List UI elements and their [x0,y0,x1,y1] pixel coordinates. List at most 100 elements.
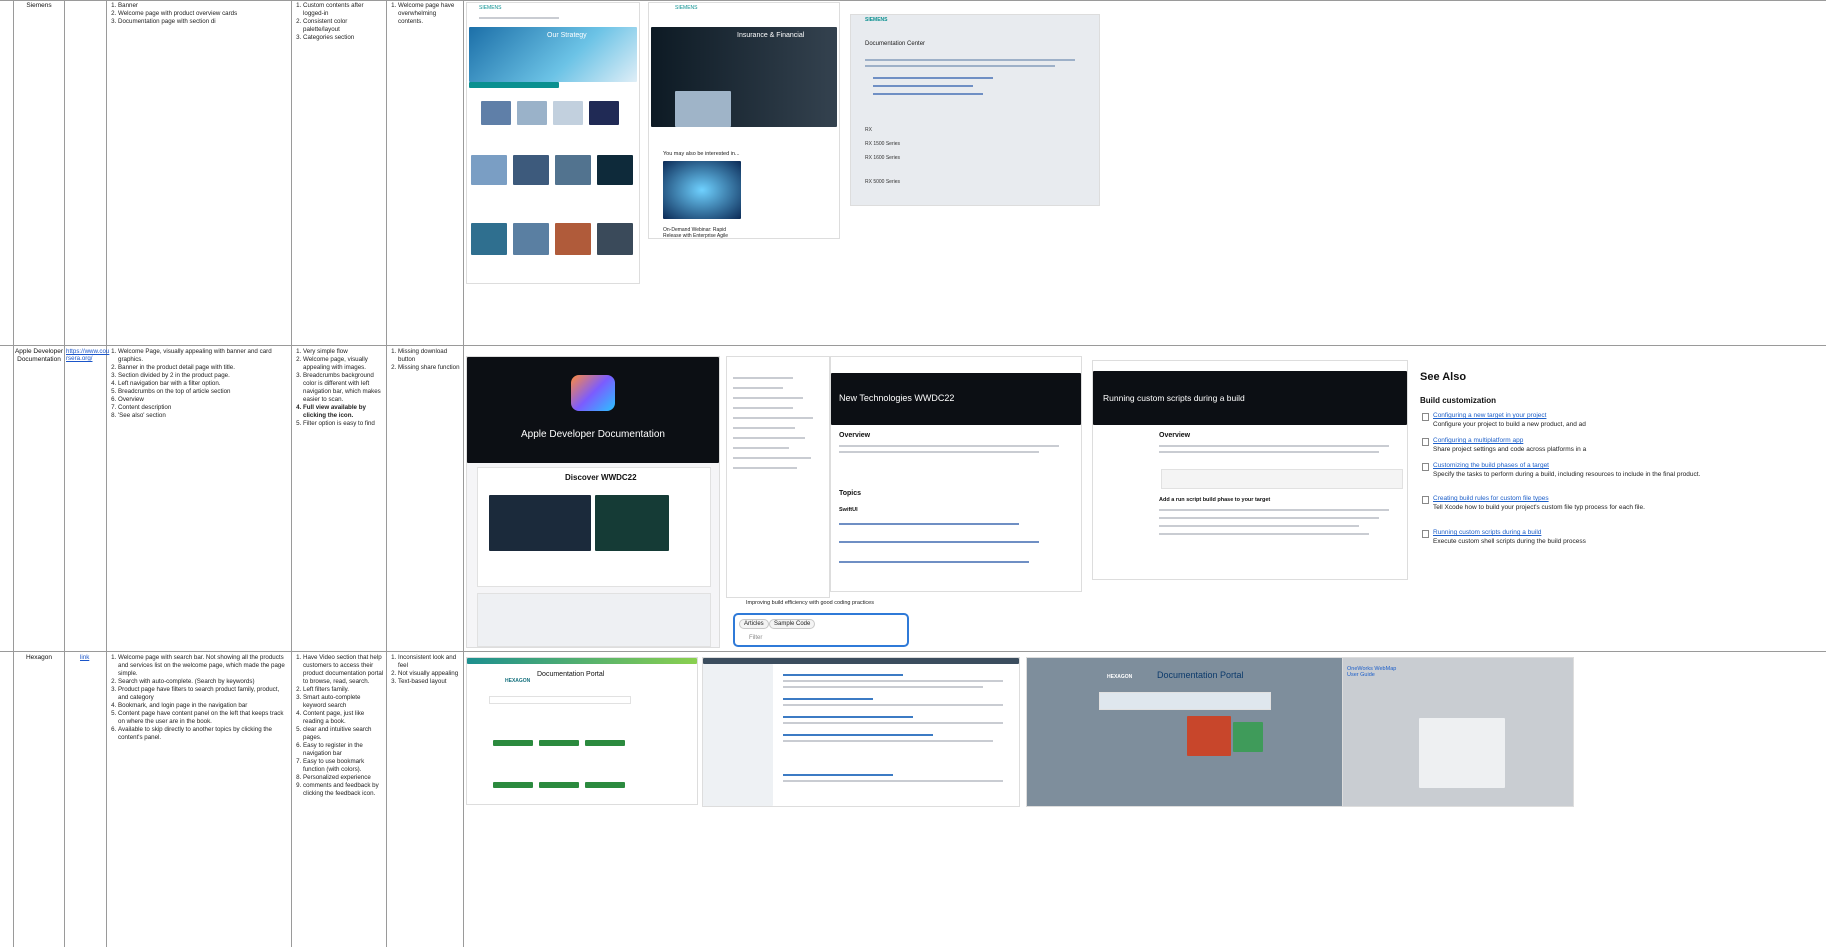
card-image [553,101,583,125]
col-divider [106,0,107,947]
siemens-docs-screenshot: SIEMENS Documentation Center RX RX 1500 … [850,14,1100,206]
text-line [783,774,893,776]
nav-line [733,417,813,419]
rx-series: RX 1600 Series [865,155,901,161]
text-line [839,541,1039,543]
feature-item: Left navigation bar with a filter option… [118,380,288,388]
green-button[interactable] [493,782,533,788]
text-line [783,722,1003,724]
pro-item: Custom contents after logged-in [303,2,385,18]
nav-line [733,377,793,379]
text-line [783,704,1003,706]
green-button[interactable] [539,740,579,746]
build-customization-heading: Build customization [1420,396,1496,405]
sidebar-item[interactable]: Improving build efficiency with good cod… [746,600,874,606]
card-image [513,155,549,185]
banner-title: Insurance & Financial [737,32,805,39]
hero-title: Apple Developer Documentation [521,429,665,440]
see-also-title: See Also [1420,371,1467,383]
green-button[interactable] [539,782,579,788]
topics-heading: Topics [839,490,862,497]
hexagon-link[interactable]: link [80,654,89,661]
feature-item: Documentation page with section di [118,18,288,26]
apple-scripts-screenshot: Running custom scripts during a build Ov… [1092,360,1408,580]
document-icon [1422,413,1429,421]
text-line [783,698,873,700]
col-divider [386,0,387,947]
banner-strip [469,82,559,88]
chip-articles[interactable]: Articles [739,619,769,629]
hexagon-home-screenshot: HEXAGON Documentation Portal [466,657,698,805]
pro-item: Categories section [303,34,385,42]
pro-item: Smart auto-complete keyword search [303,694,385,710]
card-image [471,155,507,185]
hexagon-cons: Inconsistent look and feel Not visually … [388,654,462,686]
note-box [1161,469,1403,489]
filter-panel[interactable]: Articles Sample Code Filter [733,613,909,647]
hexagon-video-screenshot: HEXAGON Documentation Portal [1026,657,1344,807]
card-image [589,101,619,125]
card-image [555,223,591,255]
see-also-link[interactable]: Configuring a new target in your project [1433,412,1546,419]
filter-input[interactable]: Filter [749,635,762,641]
green-button[interactable] [585,740,625,746]
siemens-logo: SIEMENS [865,17,888,23]
card-image [555,155,591,185]
apple-sidebar-screenshot [726,356,830,598]
doc-center-title: Documentation Center [865,41,926,47]
apple-pros: Very simple flow Welcome page, visually … [293,348,385,428]
see-also-link[interactable]: Configuring a multiplatform app [1433,437,1523,444]
pro-item: Left filters family. [303,686,385,694]
pro-item: Content page, just like reading a book. [303,710,385,726]
search-input[interactable] [489,696,631,704]
card-image [663,161,741,219]
nav-line [733,447,789,449]
comparison-table: Siemens Banner Welcome page with product… [0,0,1826,947]
text-line [1159,451,1379,453]
document-icon [1422,530,1429,538]
discover-title: Discover WWDC22 [565,473,637,482]
see-also-desc: Tell Xcode how to build your project's c… [1433,504,1645,511]
see-also-link[interactable]: Creating build rules for custom file typ… [1433,495,1549,502]
rx-series: RX 1500 Series [865,141,901,147]
text-line [1159,525,1359,527]
document-icon [1422,463,1429,471]
chip-sample-code[interactable]: Sample Code [769,619,816,629]
apple-link[interactable]: https://www.cou rsera.org/ [66,348,109,362]
see-also-desc: Configure your project to build a new pr… [1433,421,1586,428]
card-image [595,495,669,551]
text-line [873,85,973,87]
banner-title: Our Strategy [547,32,587,39]
section-heading: Add a run script build phase to your tar… [1159,497,1271,503]
see-also-link[interactable]: Customizing the build phases of a target [1433,462,1549,469]
row-name-siemens: Siemens [26,2,52,9]
nav-line [733,387,783,389]
green-button[interactable] [493,740,533,746]
overview-heading: Overview [1159,432,1191,439]
feature-item: Banner [118,2,288,10]
feature-item: 'See also' section [118,412,288,420]
feature-item: Overview [118,396,288,404]
text-line [783,740,993,742]
pro-item: Easy to register in the navigation bar [303,742,385,758]
pro-item: Full view available by clicking the icon… [303,404,385,420]
hexagon-guide-screenshot: OneWorks WebMap User Guide [1342,657,1574,807]
card-image [517,101,547,125]
app-icons-graphic [571,375,615,411]
see-also-link[interactable]: Running custom scripts during a build [1433,529,1541,536]
text-line [783,680,1003,682]
content-panel [703,664,773,806]
green-button[interactable] [585,782,625,788]
resources-strip [477,593,711,647]
text-line [839,523,1019,525]
text-line [783,734,933,736]
hex-graphic [1187,716,1231,756]
text-line [1159,445,1389,447]
pro-item: Welcome page, visually appealing with im… [303,356,385,372]
nav-line [733,427,795,429]
nav-line [733,397,803,399]
card-image [513,223,549,255]
text-line [783,674,903,676]
row-divider [0,0,1826,1]
feature-item: Content description [118,404,288,412]
